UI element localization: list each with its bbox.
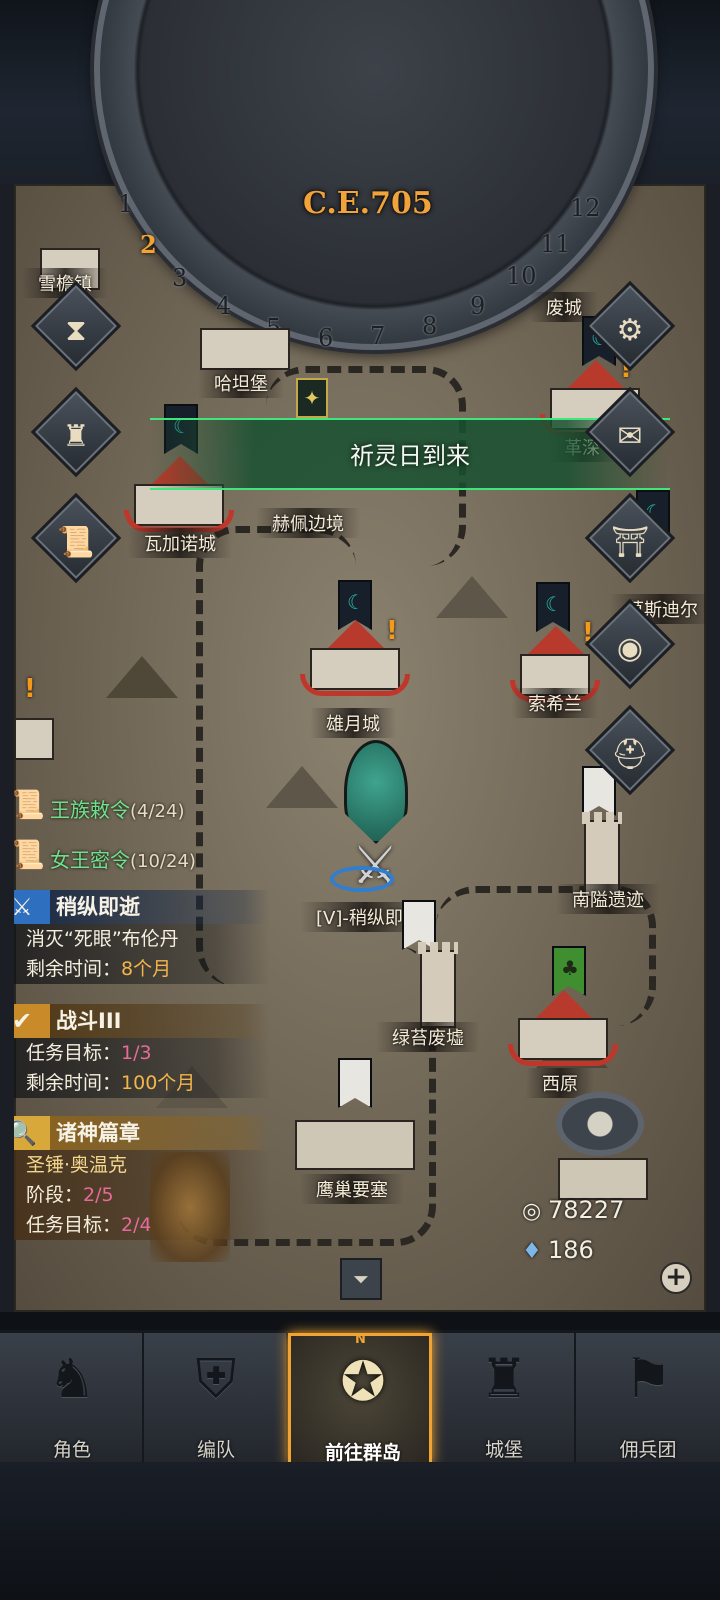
target-icon[interactable] xyxy=(556,1092,644,1156)
hourglass-icon: ⧗ xyxy=(65,312,87,348)
gear-icon: ⚙ xyxy=(616,312,644,348)
event-banner-icon: ✦ xyxy=(296,378,328,418)
helmet-icon: ⛨ xyxy=(195,1347,237,1410)
task-gods[interactable]: 🔍 诸神篇章 圣锤·奥温克 阶段：2/5 任务目标：2/4 xyxy=(0,1116,270,1262)
task-goal-label: 任务目标： xyxy=(26,1042,122,1064)
nav-label: 佣兵团 xyxy=(619,1439,677,1461)
event-title[interactable]: 祈灵日到来 xyxy=(150,436,670,471)
task-time-value: 8个月 xyxy=(121,958,172,980)
calendar-month: 9 xyxy=(470,292,486,320)
knight-icon: ♞ xyxy=(47,1347,97,1410)
nav-item-islands[interactable]: N ✪ 前往群岛 xyxy=(288,1332,432,1465)
calendar-month: 10 xyxy=(506,262,537,290)
scroll-icon: 📜 xyxy=(57,524,95,560)
crystal-icon: ♦ xyxy=(522,1239,542,1264)
fortress-icon[interactable] xyxy=(290,1100,420,1170)
quest-doc-count: (4/24) xyxy=(130,801,185,822)
hero-portrait xyxy=(150,1152,230,1262)
gate-icon: ⛩ xyxy=(610,524,650,560)
helmet-icon: ⛑ xyxy=(610,736,650,772)
alert-icon: ! xyxy=(24,674,36,704)
task-desc: 消灭“死眼”布伦丹 xyxy=(0,924,270,954)
task-title: 诸神篇章 xyxy=(56,1121,140,1145)
town-icon[interactable] xyxy=(14,690,64,760)
location-label[interactable]: 绿苔废墟 xyxy=(376,1022,480,1052)
task-time-value: 100个月 xyxy=(121,1072,196,1094)
location-label[interactable]: 南隘遗迹 xyxy=(556,884,660,914)
town-icon[interactable] xyxy=(508,990,618,1066)
calendar-month: 12 xyxy=(570,194,601,222)
quest-doc-royal[interactable]: 📜 王族敕令(4/24) xyxy=(10,788,260,828)
task-fleeting[interactable]: ⚔ 稍纵即逝 消灭“死眼”布伦丹 剩余时间：8个月 xyxy=(0,890,270,984)
tower-icon[interactable] xyxy=(418,942,458,1028)
alert-icon: ! xyxy=(386,616,398,646)
crystal-amount: 186 xyxy=(548,1236,594,1264)
calendar-month: 1 xyxy=(118,190,134,218)
task-battle[interactable]: ✔ 战斗III 任务目标：1/3 剩余时间：100个月 xyxy=(0,1004,270,1098)
task-title: 稍纵即逝 xyxy=(56,895,140,919)
mountain xyxy=(266,766,338,808)
calendar-month-current: 2 xyxy=(140,230,157,259)
add-resource-button[interactable]: + xyxy=(660,1262,692,1294)
nav-label: 角色 xyxy=(52,1439,91,1461)
task-goal-value: 1/3 xyxy=(121,1042,152,1064)
task-title: 战斗III xyxy=(56,1009,122,1033)
nav-label: 城堡 xyxy=(484,1439,523,1461)
task-time-label: 剩余时间： xyxy=(26,1072,122,1094)
location-label[interactable]: 哈坦堡 xyxy=(198,368,284,398)
nav-item-castle[interactable]: ♜ 城堡 xyxy=(432,1333,576,1465)
task-stage-value: 2/5 xyxy=(83,1184,114,1206)
town-icon[interactable] xyxy=(190,300,300,370)
task-goal-label: 任务目标： xyxy=(26,1214,122,1236)
task-stage-label: 阶段： xyxy=(26,1184,84,1206)
scroll-icon: 📜 xyxy=(10,788,45,821)
mercenary-icon: ⚑ xyxy=(623,1347,673,1410)
collapse-button[interactable]: ⏷ xyxy=(340,1258,382,1300)
calendar-month: 8 xyxy=(422,312,438,340)
nav-label: 前往群岛 xyxy=(324,1442,401,1464)
coin-icon: ◉ xyxy=(616,630,644,666)
quest-doc-queen[interactable]: 📜 女王密令(10/24) xyxy=(10,838,260,878)
location-label[interactable]: 索希兰 xyxy=(512,688,598,718)
nav-label: 编队 xyxy=(196,1439,235,1461)
swords-icon: ⚔ xyxy=(11,893,33,921)
location-label[interactable]: 赫佩边境 xyxy=(256,508,360,538)
check-badge-icon: ✔ xyxy=(11,1007,33,1035)
calendar-month: 6 xyxy=(318,324,334,352)
nav-item-formation[interactable]: ⛨ 编队 xyxy=(144,1333,288,1465)
location-label[interactable]: 瓦加诺城 xyxy=(128,528,232,558)
crystal-resource: ♦ 186 xyxy=(522,1236,594,1264)
quest-doc-count: (10/24) xyxy=(130,851,196,872)
compass-n: N xyxy=(355,1332,366,1347)
bottom-nav: ♞ 角色 ⛨ 编队 N ✪ 前往群岛 ♜ 城堡 ⚑ 佣兵团 xyxy=(0,1330,720,1465)
calendar-month: 11 xyxy=(540,230,571,258)
nav-item-character[interactable]: ♞ 角色 xyxy=(0,1333,144,1465)
castle-icon: ♜ xyxy=(479,1347,529,1410)
selection-ring xyxy=(330,866,394,892)
bag-icon: ♜ xyxy=(62,418,90,454)
mountain xyxy=(106,656,178,698)
silver-resource: ◎ 78227 xyxy=(522,1196,624,1224)
task-goal-value: 2/4 xyxy=(121,1214,152,1236)
nav-item-mercenary[interactable]: ⚑ 佣兵团 xyxy=(576,1333,720,1465)
compass-map-icon: ✪ xyxy=(340,1350,386,1413)
bottom-band xyxy=(0,1462,720,1600)
magnifier-icon: 🔍 xyxy=(7,1119,37,1147)
quest-doc-label: 女王密令 xyxy=(50,848,130,872)
silver-coin-icon: ◎ xyxy=(522,1199,542,1224)
calendar-year: C.E.705 xyxy=(303,186,433,221)
calendar-month: 7 xyxy=(370,322,386,350)
silver-amount: 78227 xyxy=(548,1196,625,1224)
location-label[interactable]: 鹰巢要塞 xyxy=(300,1174,404,1204)
mountain xyxy=(436,576,508,618)
calendar-month: 3 xyxy=(172,264,188,292)
scroll-icon: 📜 xyxy=(10,838,45,871)
location-label[interactable]: 雄月城 xyxy=(310,708,396,738)
mail-icon: ✉ xyxy=(617,418,643,454)
quest-doc-label: 王族敕令 xyxy=(50,798,130,822)
task-time-label: 剩余时间： xyxy=(26,958,122,980)
